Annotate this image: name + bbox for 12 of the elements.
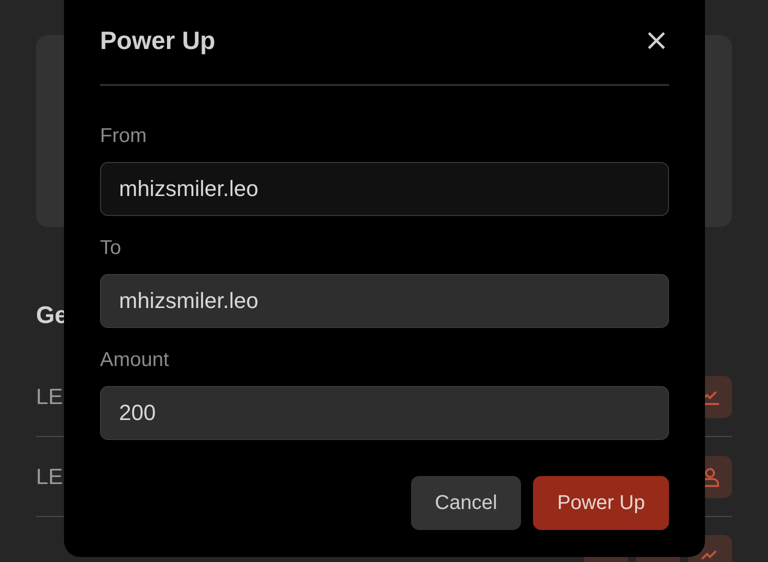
input-field[interactable]: mhizsmiler.leo [100,162,669,216]
dialog-title: Power Up [100,26,216,56]
field-label: To [100,236,122,260]
cancel-button[interactable]: Cancel [410,476,522,530]
row-label: LE [36,463,63,491]
field-label: From [100,124,148,148]
power-up-button[interactable]: Power Up [533,476,669,530]
input-field[interactable]: 200 [100,386,669,440]
input-field[interactable]: mhizsmiler.leo [100,274,669,328]
row-label: LE [36,383,63,411]
close-button[interactable]: × [644,26,669,56]
field-label: Amount [100,348,170,372]
